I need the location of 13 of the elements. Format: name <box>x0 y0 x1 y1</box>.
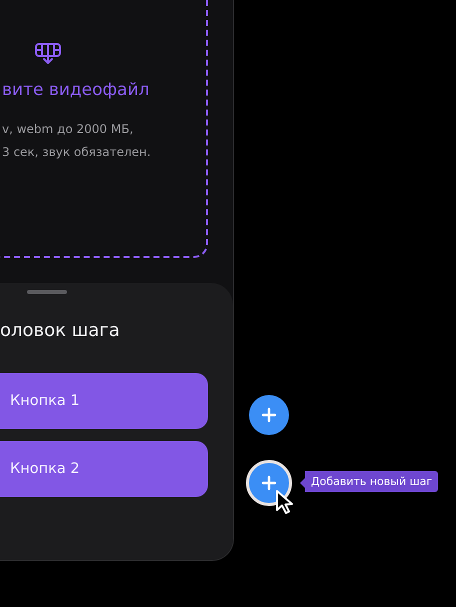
step-button[interactable]: Кнопка 2 <box>0 441 208 497</box>
step-title: оловок шага <box>0 320 121 341</box>
drag-handle[interactable] <box>27 290 67 294</box>
step-button[interactable]: Кнопка 1 <box>0 373 208 429</box>
upload-title: вите видеофайл <box>2 80 150 100</box>
plus-icon <box>261 475 277 491</box>
add-step-button[interactable] <box>249 395 289 435</box>
upload-hint: 3 сек, звук обязателен. <box>2 144 152 161</box>
add-step-button[interactable] <box>246 460 292 506</box>
upload-dropzone[interactable]: вите видеофайл v, webm до 2000 МБ, 3 сек, звук обязателен. <box>0 0 208 258</box>
upload-hint: v, webm до 2000 МБ, <box>2 121 134 138</box>
tooltip: Добавить новый шаг <box>300 471 438 492</box>
plus-icon <box>261 407 277 423</box>
